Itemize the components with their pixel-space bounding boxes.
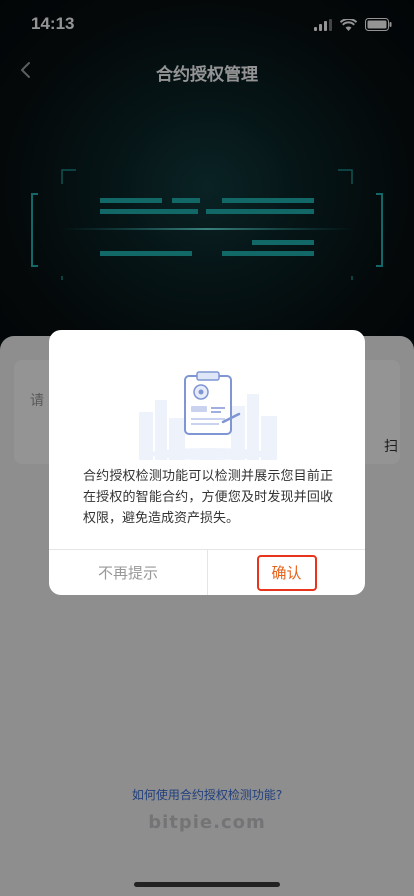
dialog-message: 合约授权检测功能可以检测并展示您目前正在授权的智能合约，方便您及时发现并回收权限…: [83, 469, 333, 526]
home-indicator: [134, 882, 280, 887]
contract-auth-dialog: 合约授权检测功能可以检测并展示您目前正在授权的智能合约，方便您及时发现并回收权限…: [49, 330, 365, 595]
confirm-button[interactable]: 确认: [256, 554, 317, 591]
dont-remind-button[interactable]: 不再提示: [49, 550, 207, 595]
confirm-button-area: 确认: [208, 550, 365, 595]
document-check-icon: [127, 360, 287, 460]
